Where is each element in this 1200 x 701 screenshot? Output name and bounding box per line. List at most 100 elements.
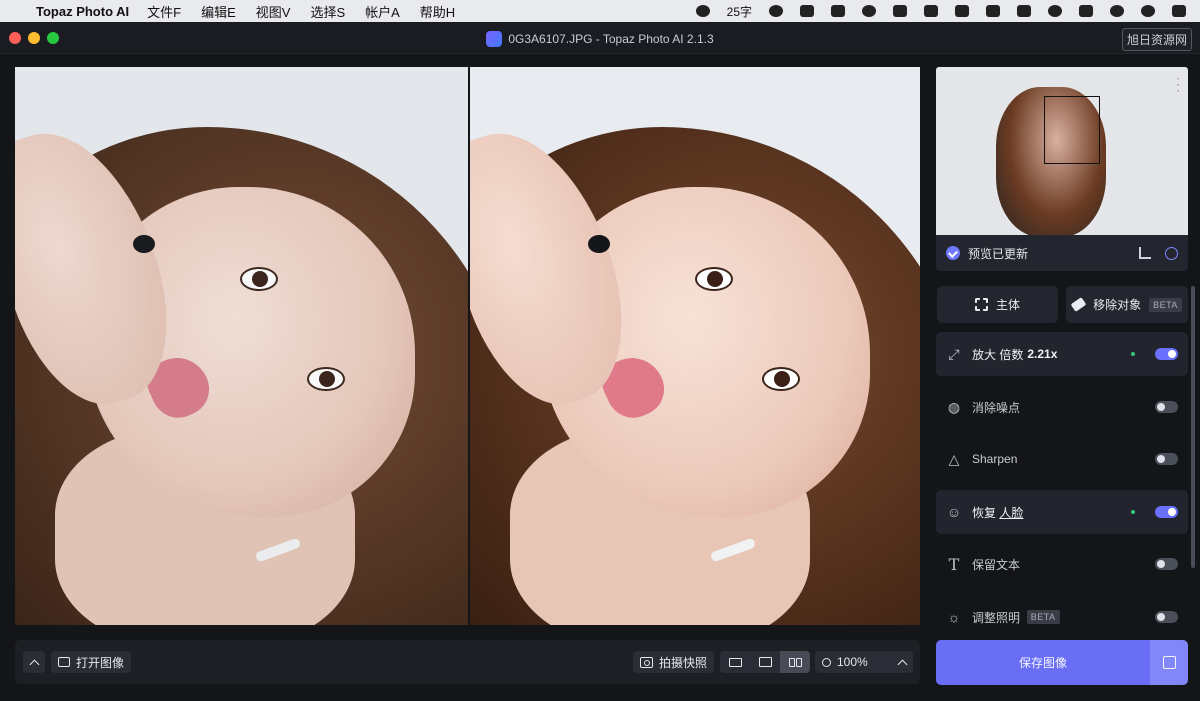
tool-upscale[interactable]: ⤢ 放大 倍数 2.21x — [936, 332, 1188, 376]
window-titlebar: 0G3A6107.JPG - Topaz Photo AI 2.1.3 旭日资源… — [0, 22, 1200, 54]
noise-icon: ◍ — [947, 398, 961, 415]
display-icon[interactable] — [955, 5, 969, 17]
text-icon: T — [948, 554, 960, 574]
side-by-side-icon-right — [795, 657, 802, 667]
face-icon[interactable] — [769, 5, 783, 17]
zoom-chevron-up-icon[interactable] — [897, 659, 908, 669]
crop-icon[interactable] — [1139, 247, 1151, 259]
image-icon — [58, 657, 70, 667]
remove-object-button[interactable]: 移除对象 BETA — [1066, 286, 1188, 323]
tool-sharpen-label: Sharpen — [972, 452, 1018, 466]
s-app-icon[interactable] — [1017, 5, 1031, 17]
tool-preserve-text[interactable]: T 保留文本 — [936, 542, 1188, 586]
check-circle-icon — [946, 246, 960, 260]
triangle-icon: △ — [948, 450, 960, 467]
battery-icon[interactable] — [1079, 5, 1093, 17]
more-options-icon[interactable]: · · · — [1176, 72, 1180, 96]
tool-sharpen[interactable]: △ Sharpen — [936, 437, 1188, 481]
navigator-viewport-box[interactable] — [1044, 96, 1100, 164]
snapshot-button[interactable]: 拍摄快照 — [633, 651, 715, 673]
view-mode-group — [720, 651, 810, 673]
input-method-icon[interactable] — [831, 5, 845, 17]
smiley-icon: ☺ — [946, 504, 962, 520]
preview-status-label: 预览已更新 — [968, 246, 1029, 261]
user-icon[interactable] — [1048, 5, 1062, 17]
toggle-sharpen[interactable] — [1155, 453, 1178, 465]
side-by-side-icon — [788, 657, 795, 667]
tool-upscale-value: 2.21x — [1027, 347, 1058, 361]
save-image-button[interactable]: 保存图像 — [936, 640, 1150, 685]
wifi-icon[interactable] — [1110, 5, 1124, 17]
search-icon[interactable] — [1141, 5, 1155, 17]
bluetooth-icon[interactable] — [986, 5, 1000, 17]
single-view-icon — [728, 657, 742, 667]
mac-menubar: Topaz Photo AI 文件F 编辑E 视图V 选择S 帐户A 帮助H 2… — [0, 0, 1200, 22]
zoom-level: 100% — [837, 655, 868, 669]
hexagon-icon[interactable] — [924, 5, 938, 17]
collapse-button[interactable] — [23, 651, 45, 673]
view-single-button[interactable] — [720, 651, 750, 673]
open-image-button[interactable]: 打开图像 — [51, 651, 132, 673]
menu-account[interactable]: 帐户A — [365, 2, 400, 21]
status-char-count[interactable]: 25字 — [727, 3, 752, 20]
snapshot-label: 拍摄快照 — [659, 655, 708, 670]
menu-select[interactable]: 选择S — [310, 2, 345, 21]
original-image[interactable] — [15, 67, 468, 625]
open-image-label: 打开图像 — [76, 655, 125, 670]
app-root: Topaz Photo AI 文件F 编辑E 视图V 选择S 帐户A 帮助H 2… — [0, 0, 1200, 701]
view-side-by-side-button[interactable] — [780, 651, 810, 673]
toggle-recover-face[interactable] — [1155, 506, 1178, 518]
menu-file[interactable]: 文件F — [147, 2, 181, 21]
preview-status-bar: 预览已更新 — [936, 235, 1188, 271]
expand-arrows-icon: ⤢ — [948, 345, 960, 362]
active-indicator-dot — [1131, 510, 1135, 514]
tool-denoise[interactable]: ◍ 消除噪点 — [936, 385, 1188, 429]
menubar-app-name[interactable]: Topaz Photo AI — [36, 4, 129, 19]
zoom-control[interactable]: 100% — [815, 651, 913, 673]
tool-upscale-value-prefix: 倍数 — [999, 347, 1024, 362]
split-view-icon — [758, 657, 772, 667]
eraser-icon — [1070, 297, 1087, 312]
chevron-up-icon — [29, 659, 39, 669]
menu-view[interactable]: 视图V — [256, 2, 291, 21]
toggle-upscale[interactable] — [1155, 348, 1178, 360]
active-indicator-dot — [1131, 352, 1135, 356]
save-image-label: 保存图像 — [1018, 656, 1067, 670]
save-settings-icon — [1162, 656, 1176, 669]
toggle-adjust-lighting[interactable] — [1155, 611, 1178, 623]
tool-adjust-lighting-label: 调整照明 — [972, 610, 1021, 625]
toggle-denoise[interactable] — [1155, 401, 1178, 413]
navigator-thumbnail[interactable]: · · · — [936, 67, 1188, 235]
focus-frame-icon — [974, 298, 988, 311]
toggle-preserve-text[interactable] — [1155, 558, 1178, 570]
tool-recover-label: 恢复 — [972, 505, 997, 520]
arrows-icon[interactable] — [893, 5, 907, 17]
menubar-status-area: 25字 — [695, 3, 1200, 20]
bottom-toolbar: 打开图像 拍摄快照 100% — [15, 640, 920, 684]
tool-recover-value[interactable]: 人脸 — [999, 504, 1023, 521]
wechat-icon[interactable] — [695, 5, 710, 17]
tool-recover-face[interactable]: ☺ 恢复 人脸 — [936, 490, 1188, 534]
enhanced-image[interactable] — [470, 67, 920, 625]
snapshot-icon — [640, 656, 653, 668]
save-options-button[interactable] — [1150, 640, 1188, 685]
link-icon[interactable] — [862, 5, 876, 17]
menu-edit[interactable]: 编辑E — [201, 2, 236, 21]
remove-object-label: 移除对象 — [1093, 298, 1142, 312]
beta-badge: BETA — [1149, 297, 1182, 312]
microphone-icon[interactable] — [800, 5, 814, 17]
tool-panel-scrollbar[interactable] — [1191, 286, 1195, 568]
subject-button-label: 主体 — [995, 298, 1020, 312]
window-title-text: 0G3A6107.JPG - Topaz Photo AI 2.1.3 — [508, 32, 714, 46]
menu-help[interactable]: 帮助H — [420, 2, 455, 21]
subject-button[interactable]: 主体 — [937, 286, 1058, 323]
beta-badge: BETA — [1026, 610, 1060, 624]
tool-adjust-lighting[interactable]: ☼ 调整照明 BETA — [936, 595, 1188, 639]
topaz-logo-icon — [486, 31, 503, 47]
zoom-icon — [822, 657, 831, 667]
tool-denoise-label: 消除噪点 — [972, 400, 1021, 415]
face-detect-icon[interactable] — [1165, 246, 1178, 260]
view-split-button[interactable] — [750, 651, 780, 673]
sun-icon: ☼ — [947, 609, 961, 625]
control-center-icon[interactable] — [1172, 5, 1186, 17]
